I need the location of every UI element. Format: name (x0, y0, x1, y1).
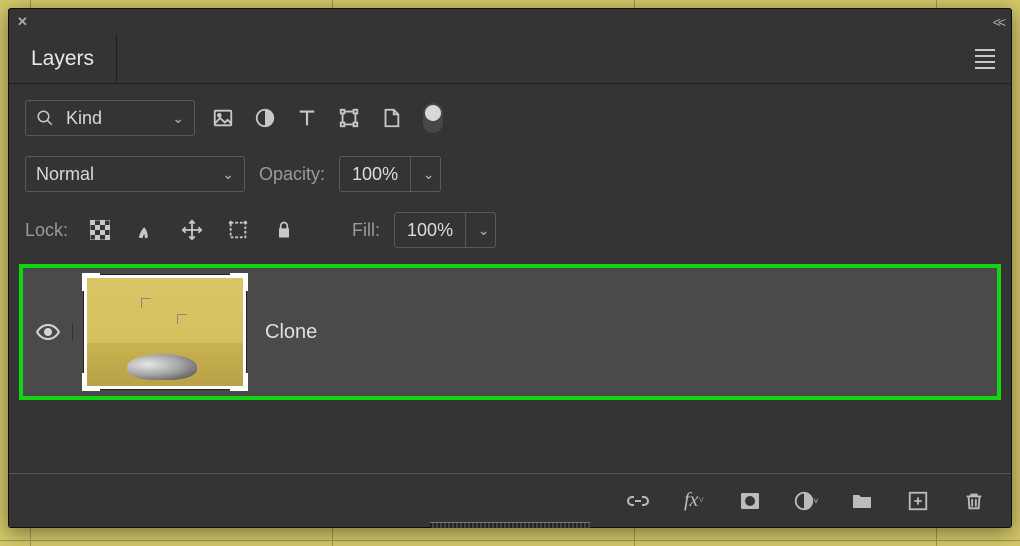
lock-label: Lock: (25, 220, 68, 241)
new-layer-icon[interactable] (903, 486, 933, 516)
filter-smartobject-icon[interactable] (377, 104, 405, 132)
filter-type-icon[interactable] (293, 104, 321, 132)
filter-kind-dropdown[interactable]: Kind ⌄ (25, 100, 195, 136)
lock-image-icon[interactable] (132, 216, 160, 244)
panel-titlebar: ✕ << (9, 9, 1011, 35)
filter-shape-icon[interactable] (335, 104, 363, 132)
lock-transparent-icon[interactable] (86, 216, 114, 244)
collapse-icon[interactable]: << (993, 14, 1003, 30)
blend-mode-value: Normal (36, 164, 94, 185)
opacity-label: Opacity: (259, 164, 325, 185)
layer-fx-icon[interactable]: fx˅ (679, 486, 709, 516)
visibility-toggle[interactable] (23, 323, 73, 341)
fill-value[interactable]: 100% (394, 212, 466, 248)
opacity-chevron[interactable]: ⌄ (411, 156, 441, 192)
panel-footer: fx˅ ˅ (9, 473, 1011, 527)
layer-row-selected[interactable]: Clone (19, 264, 1001, 400)
close-icon[interactable]: ✕ (17, 14, 28, 30)
new-group-icon[interactable] (847, 486, 877, 516)
eye-icon (36, 323, 60, 341)
chevron-down-icon: ⌄ (222, 166, 234, 183)
lock-artboard-icon[interactable] (224, 216, 252, 244)
add-mask-icon[interactable] (735, 486, 765, 516)
chevron-down-icon: ⌄ (172, 110, 184, 127)
lock-all-icon[interactable] (270, 216, 298, 244)
filter-pixel-icon[interactable] (209, 104, 237, 132)
fill-chevron[interactable]: ⌄ (466, 212, 496, 248)
new-adjustment-icon[interactable]: ˅ (791, 486, 821, 516)
layer-thumbnail[interactable] (83, 274, 247, 390)
filter-kind-label: Kind (66, 108, 102, 129)
panel-menu-icon[interactable] (967, 45, 1003, 73)
opacity-value[interactable]: 100% (339, 156, 411, 192)
resize-grip[interactable] (430, 522, 590, 528)
delete-layer-icon[interactable] (959, 486, 989, 516)
filter-adjustment-icon[interactable] (251, 104, 279, 132)
filter-toggle[interactable] (423, 103, 443, 133)
lock-position-icon[interactable] (178, 216, 206, 244)
tab-layers[interactable]: Layers (9, 35, 117, 83)
link-layers-icon[interactable] (623, 486, 653, 516)
blend-mode-dropdown[interactable]: Normal ⌄ (25, 156, 245, 192)
layer-name[interactable]: Clone (265, 321, 317, 344)
search-icon (36, 109, 54, 127)
fill-label: Fill: (352, 220, 380, 241)
layers-panel: ✕ << Layers Kind ⌄ (8, 8, 1012, 528)
